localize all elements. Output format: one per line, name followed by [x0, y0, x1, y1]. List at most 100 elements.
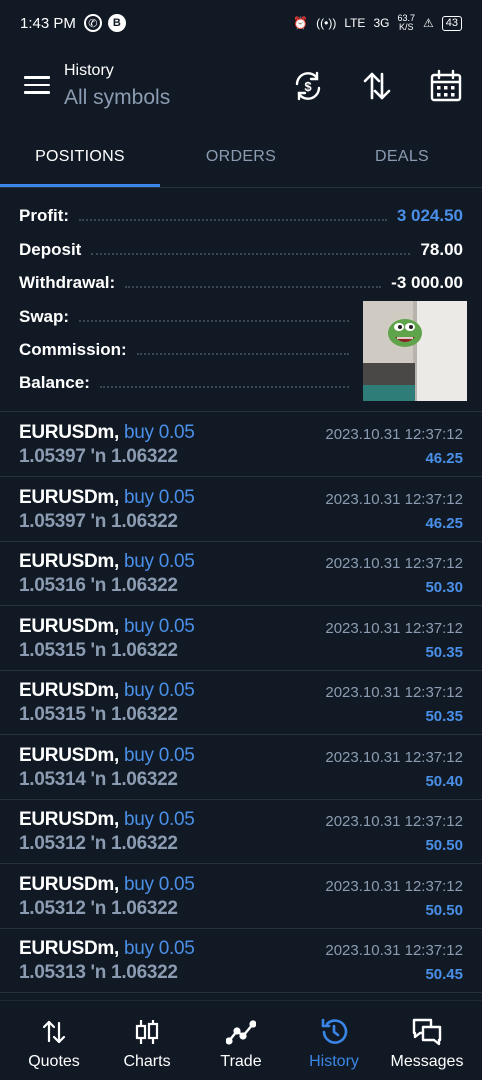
history-tabs: POSITIONS ORDERS DEALS [0, 130, 482, 188]
summary-swap-row: Swap: [19, 302, 359, 332]
nav-charts[interactable]: Charts [99, 1001, 195, 1080]
svg-text:$: $ [304, 79, 312, 94]
nav-messages[interactable]: Messages [379, 1001, 475, 1080]
status-bar: 1:43 PM ✆ B ⏰ ((•)) LTE 3G 63.7 K/S ⚠ 43 [0, 0, 482, 46]
row-divider [0, 992, 482, 993]
battery-icon: 43 [441, 15, 462, 31]
position-side: buy 0.05 [124, 551, 195, 572]
position-prices: 1.05312 'n 1.06322 [19, 833, 178, 854]
position-row[interactable]: EURUSDm, buy 0.05 1.05314 'n 1.06322 202… [0, 735, 482, 799]
alert-icon: ⚠ [422, 16, 434, 30]
commission-label: Commission: [19, 340, 127, 359]
swap-label: Swap: [19, 307, 70, 326]
position-header: EURUSDm, buy 0.05 [19, 680, 195, 702]
position-header: EURUSDm, buy 0.05 [19, 487, 195, 509]
nav-charts-label: Charts [123, 1053, 171, 1070]
position-header: EURUSDm, buy 0.05 [19, 938, 195, 960]
position-header: EURUSDm, buy 0.05 [19, 616, 195, 638]
position-row[interactable]: EURUSDm, buy 0.05 1.05315 'n 1.06322 202… [0, 670, 482, 734]
position-symbol: EURUSDm, [19, 745, 120, 766]
tab-deals[interactable]: DEALS [322, 130, 482, 184]
bottom-navigation: Quotes Charts Trade History Messages [0, 1000, 482, 1080]
nav-quotes[interactable]: Quotes [6, 1001, 102, 1080]
position-profit: 50.35 [425, 644, 463, 661]
position-row[interactable]: EURUSDm, buy 0.05 1.05316 'n 1.06322 202… [0, 541, 482, 605]
position-time: 2023.10.31 12:37:12 [325, 942, 463, 959]
position-header: EURUSDm, buy 0.05 [19, 809, 195, 831]
summary-commission-row: Commission: [19, 335, 359, 365]
menu-icon[interactable] [24, 76, 50, 96]
sticker-image [363, 301, 467, 401]
page-title: History [64, 62, 114, 79]
messages-icon [411, 1017, 443, 1047]
net-speed-unit: K/S [398, 22, 414, 32]
hotspot-icon: ((•)) [316, 16, 337, 30]
position-profit: 50.50 [425, 837, 463, 854]
dotted-leader [79, 219, 387, 221]
position-row[interactable]: EURUSDm, buy 0.05 1.05312 'n 1.06322 202… [0, 864, 482, 928]
position-side: buy 0.05 [124, 745, 195, 766]
nav-history[interactable]: History [286, 1001, 382, 1080]
position-side: buy 0.05 [124, 422, 195, 443]
dotted-leader [99, 386, 349, 388]
position-side: buy 0.05 [124, 680, 195, 701]
dotted-leader [79, 320, 349, 322]
position-header: EURUSDm, buy 0.05 [19, 874, 195, 896]
position-row[interactable]: EURUSDm, buy 0.05 1.05397 'n 1.06322 202… [0, 477, 482, 541]
position-prices: 1.05313 'n 1.06322 [19, 962, 178, 983]
calendar-icon[interactable] [428, 68, 464, 104]
nav-messages-label: Messages [390, 1053, 464, 1070]
withdrawal-label: Withdrawal: [19, 273, 116, 292]
position-prices: 1.05312 'n 1.06322 [19, 898, 178, 919]
deposit-label: Deposit [19, 240, 82, 259]
position-row[interactable]: EURUSDm, buy 0.05 1.05312 'n 1.06322 202… [0, 799, 482, 863]
position-symbol: EURUSDm, [19, 938, 120, 959]
currency-convert-icon[interactable]: $ [290, 68, 326, 104]
position-symbol: EURUSDm, [19, 809, 120, 830]
nav-quotes-label: Quotes [28, 1053, 80, 1070]
sort-icon[interactable] [359, 68, 395, 104]
dotted-leader [91, 253, 411, 255]
dotted-leader [136, 353, 349, 355]
position-prices: 1.05314 'n 1.06322 [19, 769, 178, 790]
position-row[interactable]: EURUSDm, buy 0.05 1.05315 'n 1.06322 202… [0, 606, 482, 670]
position-prices: 1.05315 'n 1.06322 [19, 640, 178, 661]
history-icon [319, 1017, 349, 1047]
position-time: 2023.10.31 12:37:12 [325, 684, 463, 701]
nav-history-label: History [309, 1053, 359, 1070]
position-symbol: EURUSDm, [19, 487, 120, 508]
b-app-icon: B [107, 14, 126, 32]
position-symbol: EURUSDm, [19, 422, 120, 443]
signal-3g-icon: 3G [373, 16, 390, 30]
balance-label: Balance: [19, 373, 90, 392]
trade-icon [226, 1017, 256, 1047]
position-symbol: EURUSDm, [19, 874, 120, 895]
tab-orders[interactable]: ORDERS [161, 130, 321, 184]
position-profit: 46.25 [425, 515, 463, 532]
position-profit: 46.25 [425, 450, 463, 467]
alarm-icon: ⏰ [293, 16, 309, 30]
quotes-icon [41, 1017, 67, 1047]
position-prices: 1.05315 'n 1.06322 [19, 704, 178, 725]
position-side: buy 0.05 [124, 874, 195, 895]
profit-value: 3 024.50 [396, 206, 463, 225]
dotted-leader [125, 286, 382, 288]
withdrawal-value: -3 000.00 [391, 273, 463, 292]
nav-trade[interactable]: Trade [193, 1001, 289, 1080]
tab-positions[interactable]: POSITIONS [0, 130, 160, 184]
position-symbol: EURUSDm, [19, 616, 120, 637]
nav-trade-label: Trade [220, 1053, 262, 1070]
position-profit: 50.50 [425, 902, 463, 919]
position-side: buy 0.05 [124, 809, 195, 830]
position-row[interactable]: EURUSDm, buy 0.05 1.05313 'n 1.06322 202… [0, 928, 482, 992]
deposit-value: 78.00 [420, 240, 463, 259]
summary-deposit-row: Deposit 78.00 [19, 235, 463, 265]
whatsapp-icon: ✆ [83, 14, 102, 32]
signal-lte-icon: LTE [344, 16, 366, 30]
net-speed: 63.7 K/S [397, 14, 415, 32]
position-header: EURUSDm, buy 0.05 [19, 422, 195, 444]
symbol-filter[interactable]: All symbols [64, 86, 170, 110]
position-prices: 1.05316 'n 1.06322 [19, 575, 178, 596]
position-row[interactable]: EURUSDm, buy 0.05 1.05397 'n 1.06322 202… [0, 412, 482, 476]
position-profit: 50.30 [425, 579, 463, 596]
